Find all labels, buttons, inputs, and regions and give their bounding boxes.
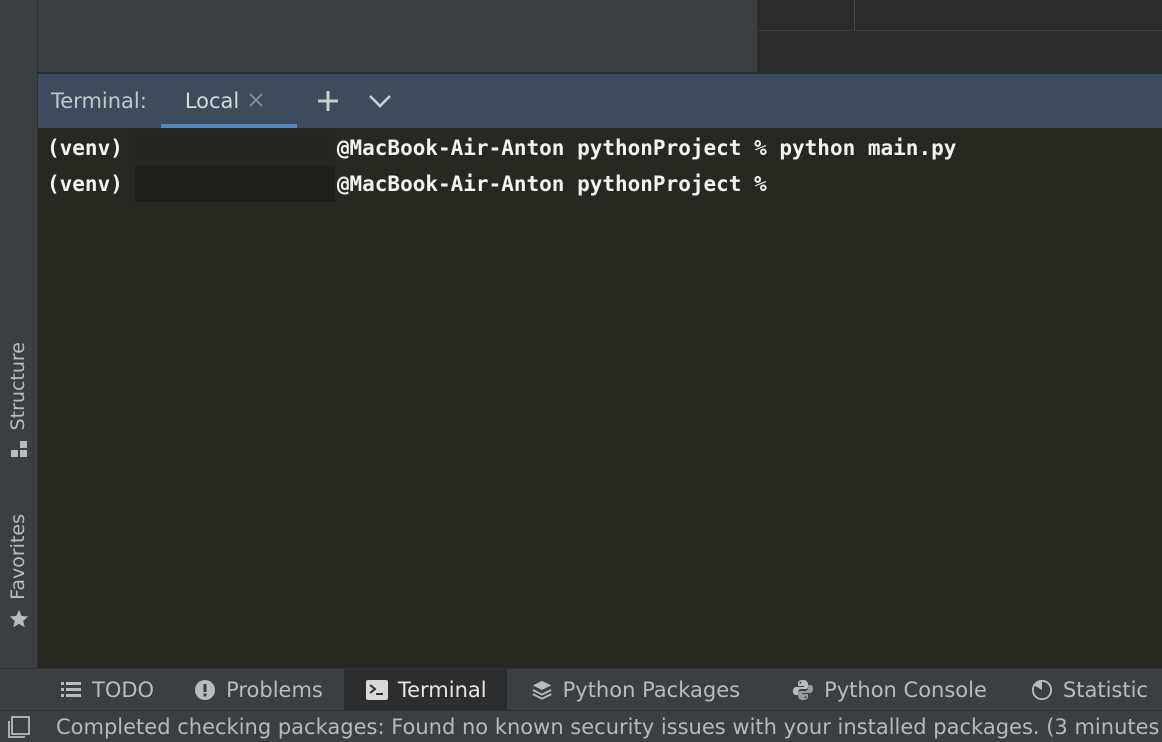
list-icon [60, 679, 82, 701]
redacted-username [134, 166, 335, 202]
terminal-header: Terminal: Local [38, 74, 1162, 128]
star-icon [8, 608, 30, 630]
right-panel [757, 0, 1162, 72]
prompt-text: @MacBook-Air-Anton pythonProject % pytho… [336, 136, 957, 160]
status-message: Completed checking packages: Found no kn… [56, 715, 1162, 739]
terminal-line: (venv) @MacBook-Air-Anton pythonProject % [47, 166, 767, 202]
python-console-label: Python Console [824, 678, 987, 702]
problems-tool-button[interactable]: Problems [182, 669, 335, 711]
structure-tool-button[interactable]: Structure [0, 342, 37, 474]
plus-icon [317, 91, 338, 111]
ide-window: Structure Favorites Terminal: Local (ven… [0, 0, 1162, 742]
warning-circle-icon [194, 679, 216, 701]
terminal-output[interactable]: (venv) @MacBook-Air-Anton pythonProject %… [38, 128, 1162, 668]
statistic-label: Statistic [1062, 678, 1148, 702]
todo-label: TODO [92, 678, 155, 702]
pie-chart-icon [1031, 679, 1053, 701]
python-icon [792, 679, 814, 701]
left-tool-strip: Structure Favorites [0, 0, 38, 668]
close-icon[interactable] [247, 91, 265, 112]
venv-prefix: (venv) [47, 172, 123, 196]
structure-icon [8, 438, 30, 460]
terminal-tool-button[interactable]: Terminal [343, 669, 507, 711]
tab-local-label: Local [184, 89, 240, 113]
prompt-text: @MacBook-Air-Anton pythonProject % [336, 172, 767, 196]
layers-icon [531, 679, 553, 701]
tab-list-button[interactable] [365, 86, 395, 116]
toggle-tool-windows-icon[interactable] [8, 715, 30, 739]
python-console-tool-button[interactable]: Python Console [780, 669, 999, 711]
terminal-icon [365, 679, 388, 701]
right-panel-header [758, 0, 1162, 31]
venv-prefix: (venv) [47, 136, 123, 160]
favorites-label: Favorites [7, 514, 29, 600]
favorites-tool-button[interactable]: Favorites [0, 514, 37, 646]
problems-label: Problems [226, 678, 323, 702]
tool-window-bar: TODO Problems Terminal Python Packages P… [0, 668, 1162, 711]
tab-local[interactable]: Local [160, 74, 297, 128]
right-panel-divider [854, 0, 855, 30]
todo-tool-button[interactable]: TODO [48, 669, 166, 711]
structure-label: Structure [7, 342, 29, 431]
python-packages-tool-button[interactable]: Python Packages [519, 669, 752, 711]
terminal-title: Terminal: [51, 89, 147, 113]
new-terminal-button[interactable] [313, 86, 343, 116]
terminal-line: (venv) @MacBook-Air-Anton pythonProject %… [47, 130, 956, 166]
chevron-down-icon [368, 95, 391, 108]
redacted-username [134, 130, 335, 166]
python-packages-label: Python Packages [562, 678, 741, 702]
editor-area [38, 0, 756, 72]
statistic-tool-button[interactable]: Statistic [1019, 669, 1160, 711]
status-bar: Completed checking packages: Found no kn… [0, 710, 1162, 742]
terminal-label: Terminal [397, 678, 487, 702]
